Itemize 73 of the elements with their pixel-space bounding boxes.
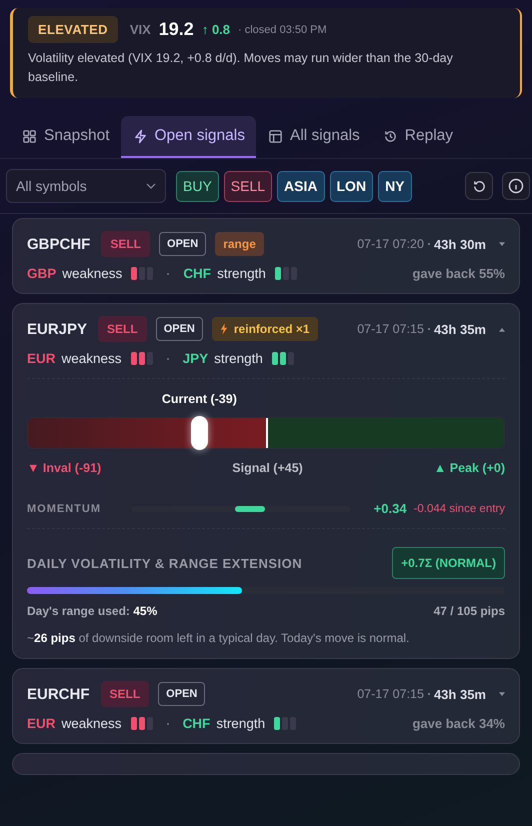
tab[interactable]: Open signals [120,116,256,158]
history-icon [382,128,398,144]
side-badge: SELL [98,316,147,342]
side-badge: SELL [100,681,150,707]
currency-label: strength [216,716,266,731]
tag-label: reinforced ×1 [234,322,310,336]
signal-label: Signal (+45) [232,461,303,475]
expand-caret-icon[interactable] [499,692,505,696]
symbol-name: EURJPY [27,320,88,338]
momentum-value: +0.34 [374,501,407,516]
symbol-select[interactable]: All symbols [6,169,166,203]
collapse-caret-icon[interactable] [499,326,505,332]
gave-back-text: gave back 34% [412,716,505,731]
currency-label: weakness [62,351,122,366]
symbol-name: EURCHF [27,686,90,702]
filter-chip[interactable]: ASIA [277,170,324,202]
slider-thumb[interactable] [191,416,208,450]
momentum-label: MOMENTUM [27,502,102,514]
closed-time: · closed 03:50 PM [238,24,327,36]
signal-time: 07-17 07:15 [357,687,424,701]
tab[interactable]: Snapshot [10,116,120,158]
currency-code: JPY [182,351,208,366]
gave-back-text: gave back 55% [412,266,505,281]
info-button[interactable] [502,172,530,200]
range-used-text: Day's range used: 45% [27,604,158,618]
currency-label: weakness [62,266,122,281]
table-icon [268,128,283,144]
currency-code: CHF [182,716,210,731]
currency-code: GBP [27,266,56,281]
reset-button[interactable] [465,172,493,200]
signal-time: 07-17 07:15 [357,322,424,336]
reset-icon [472,178,486,194]
level-badge: ELEVATED [28,16,118,43]
currency-label: strength [214,351,263,366]
lightning-icon [220,323,228,335]
status-badge: OPEN [159,232,206,256]
sigma-badge: +0.7Σ (NORMAL) [392,547,505,579]
tab[interactable]: All signals [256,116,371,158]
signal-time: 07-17 07:20 [357,237,424,251]
symbol-name: GBPCHF [27,236,90,252]
grid-icon [22,128,37,144]
peak-label: ▲ Peak (+0) [434,461,505,475]
range-note: ~26 pips of downside room left in a typical day. Today's move is normal. [27,631,410,645]
currency-code: EUR [27,351,56,366]
index-value: 19.2 [158,19,194,40]
currency-label: weakness [62,716,122,731]
status-badge: OPEN [158,682,206,706]
filter-chip[interactable]: BUY [176,170,219,202]
signal-age: 43h 30m [434,236,486,252]
status-badge: OPEN [156,317,203,341]
tag-badge: range [215,232,264,256]
momentum-change: -0.044 since entry [414,502,505,514]
currency-label: strength [217,266,266,281]
currency-code: EUR [27,716,56,731]
invalidation-label: ▼ Inval (-91) [27,461,102,475]
index-change: ↑ 0.8 [202,22,230,37]
filter-chip[interactable]: SELL [224,170,272,202]
expand-caret-icon[interactable] [499,242,505,246]
tab[interactable]: Replay [370,116,464,158]
signal-age: 43h 35m [434,322,486,336]
pips-text: 47 / 105 pips [434,604,505,618]
alert-message: Volatility elevated (VIX 19.2, +0.8 d/d). Moves may run wider than the 30-day baseline. [28,50,454,86]
info-icon [508,178,524,194]
filter-chip[interactable]: LON [330,170,374,202]
side-badge: SELL [101,231,150,257]
current-label: Current (-39) [162,392,237,406]
index-label: VIX [130,22,151,37]
filter-chip[interactable]: NY [378,170,412,202]
currency-code: CHF [183,266,212,281]
chevron-down-icon [146,183,156,189]
lightning-icon [132,128,148,144]
signal-age: 43h 35m [434,686,486,702]
section-title: DAILY VOLATILITY & RANGE EXTENSION [27,556,302,570]
